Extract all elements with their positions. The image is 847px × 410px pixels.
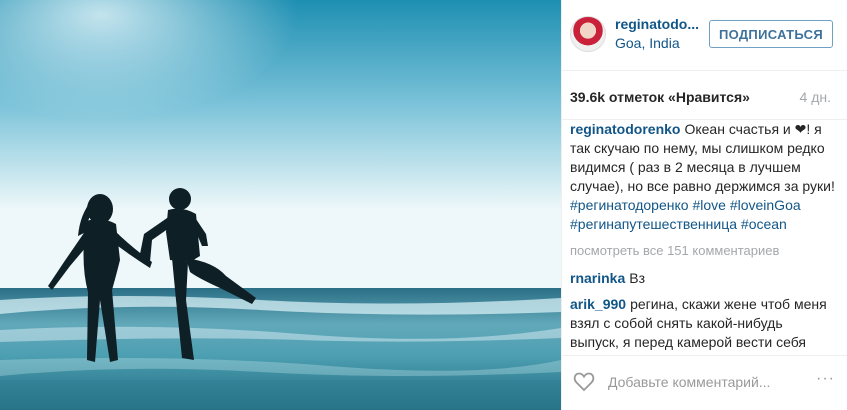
post-stats: 39.6k отметок «Нравится» 4 дн. (562, 71, 847, 120)
caption: reginatodorenko Океан счастья и ❤! я так … (570, 120, 835, 234)
username-link[interactable]: reginatodo... (615, 16, 699, 32)
hashtag-link[interactable]: #регинатодоренко (570, 197, 689, 213)
add-comment-input[interactable] (606, 370, 830, 394)
view-all-comments-link[interactable]: посмотреть все 151 комментариев (570, 241, 835, 260)
more-dots-icon[interactable]: ··· (816, 370, 835, 388)
hashtag-link[interactable]: #love (692, 197, 725, 213)
hashtag-link[interactable]: #loveinGoa (730, 197, 801, 213)
post: reginatodo... Goa, India ПОДПИСАТЬСЯ 39.… (0, 0, 847, 410)
beach-silhouette-photo (0, 0, 561, 410)
post-sidebar: reginatodo... Goa, India ПОДПИСАТЬСЯ 39.… (561, 0, 847, 410)
post-photo (0, 0, 561, 410)
likes-count[interactable]: 39.6k отметок «Нравится» (570, 89, 750, 105)
caption-text-part1: Океан счастья и (684, 121, 791, 137)
heart-outline-icon[interactable] (572, 369, 596, 393)
caption-author-link[interactable]: reginatodorenko (570, 121, 680, 137)
heart-emoji-icon: ❤ (794, 121, 807, 137)
post-footer: ··· (562, 355, 847, 410)
hashtag-link[interactable]: #ocean (741, 216, 787, 232)
post-time[interactable]: 4 дн. (800, 89, 831, 105)
comment-item: arik_990 регина, скажи жене чтоб меня взя… (570, 295, 835, 352)
comment-text: Вз (629, 270, 646, 286)
comments-list[interactable]: reginatodorenko Океан счастья и ❤! я так … (570, 120, 835, 352)
comment-author-link[interactable]: arik_990 (570, 296, 626, 312)
location-link[interactable]: Goa, India (615, 35, 680, 51)
hashtag-link[interactable]: #регинапутешественница (570, 216, 737, 232)
follow-button[interactable]: ПОДПИСАТЬСЯ (709, 20, 833, 48)
post-header: reginatodo... Goa, India ПОДПИСАТЬСЯ (562, 0, 847, 71)
comment-author-link[interactable]: rnarinka (570, 270, 625, 286)
comment-item: rnarinka Вз (570, 269, 835, 288)
avatar[interactable] (570, 16, 606, 52)
